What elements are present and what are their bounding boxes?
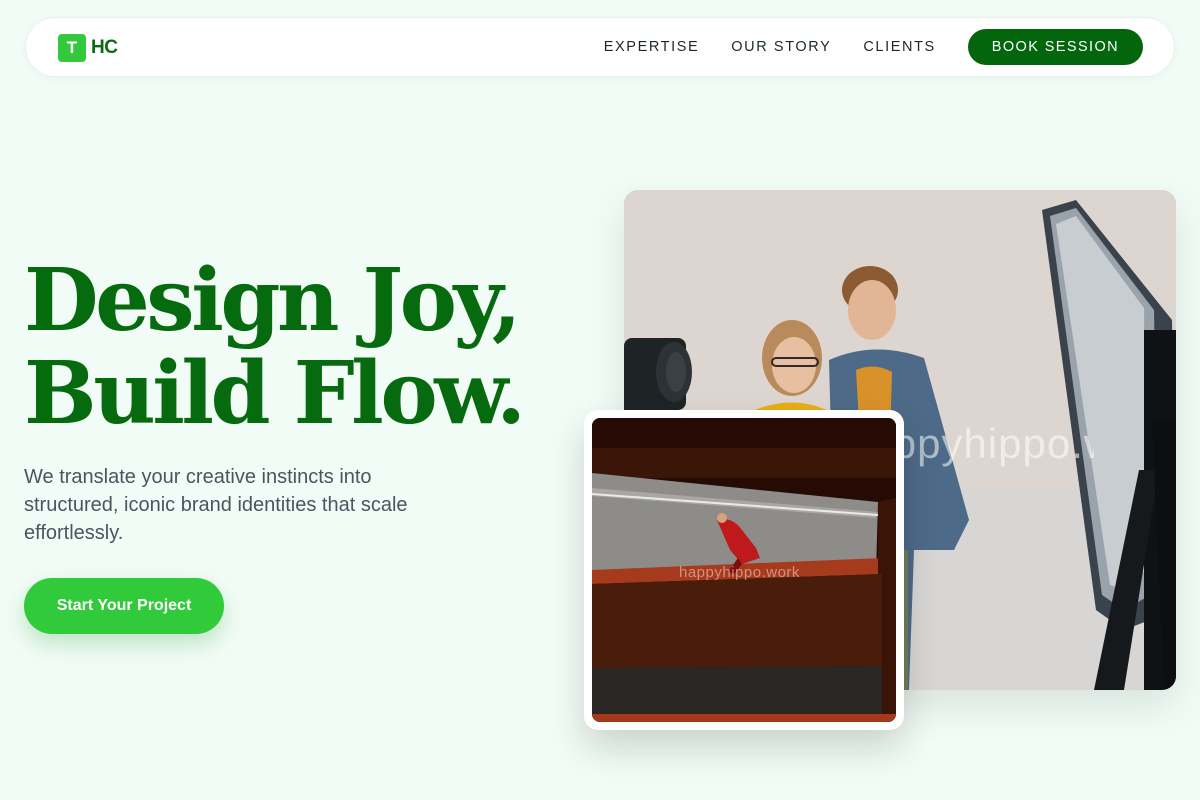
stairs-photo: happyhippo.work [592, 418, 896, 722]
logo[interactable]: T HC [58, 34, 118, 62]
nav-link-our-story[interactable]: OUR STORY [731, 39, 831, 55]
stairs-photo-watermark: happyhippo.work [679, 564, 800, 581]
book-session-button[interactable]: BOOK SESSION [967, 29, 1143, 65]
navbar: T HC EXPERTISE OUR STORY CLIENTS BOOK SE… [25, 17, 1175, 77]
inset-photo-frame: happyhippo.work [584, 410, 904, 730]
nav-link-expertise[interactable]: EXPERTISE [604, 39, 700, 55]
nav-link-clients[interactable]: CLIENTS [863, 39, 935, 55]
start-project-button[interactable]: Start Your Project [24, 578, 224, 634]
hero-headline: Design Joy, Build Flow. [24, 250, 526, 444]
nav-links: EXPERTISE OUR STORY CLIENTS BOOK SESSION [604, 29, 1143, 65]
logo-mark-icon: T [58, 34, 86, 62]
hero-headline-line-2: Build Flow. [24, 343, 526, 444]
logo-text: HC [91, 37, 118, 58]
hero-subtext: We translate your creative instincts int… [24, 466, 408, 544]
hero-headline-line-1: Design Joy, [24, 250, 522, 351]
